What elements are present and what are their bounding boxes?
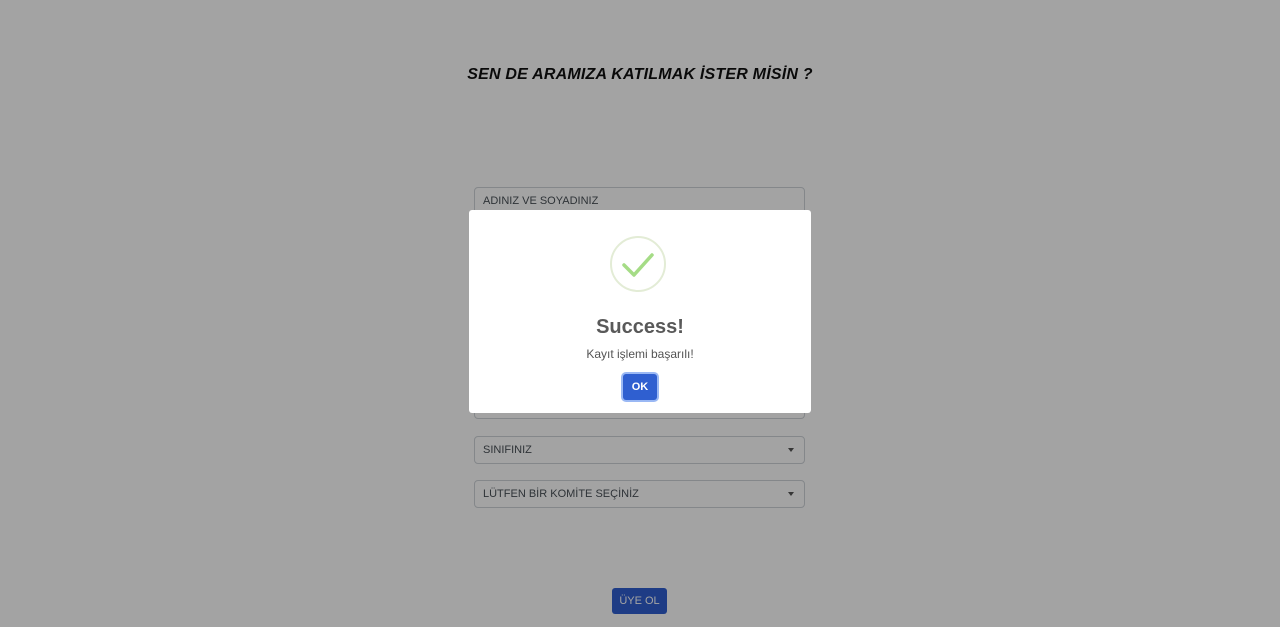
ok-button[interactable]: OK [623, 374, 657, 400]
check-circle-icon [610, 236, 666, 292]
dialog-message: Kayıt işlemi başarılı! [586, 347, 694, 361]
dialog-title: Success! [596, 316, 684, 338]
success-dialog: Success! Kayıt işlemi başarılı! OK [469, 210, 811, 413]
